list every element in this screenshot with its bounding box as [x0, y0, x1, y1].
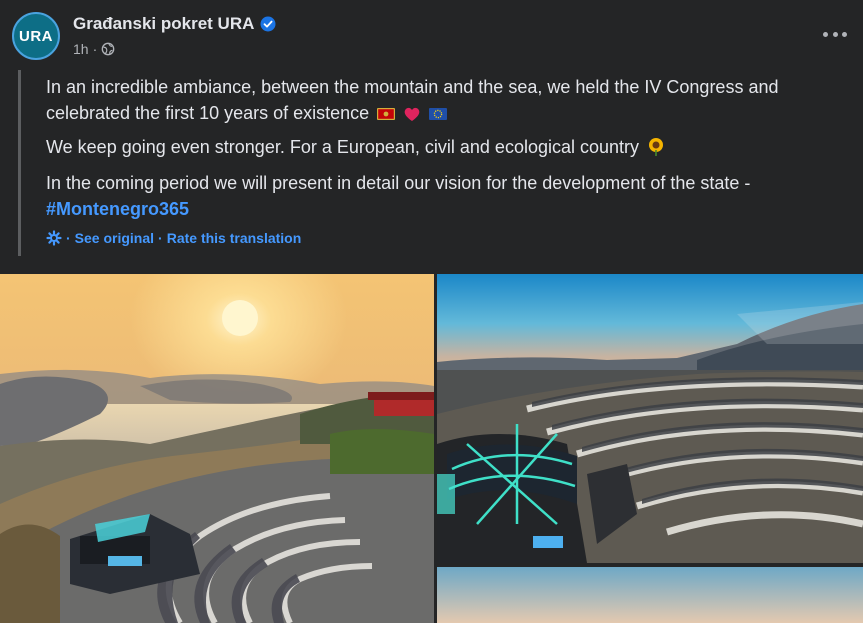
photo-grid: [0, 274, 863, 623]
translate-gear-icon: [46, 230, 62, 246]
paragraph-2-text: We keep going even stronger. For a Europ…: [46, 137, 640, 157]
see-original-link[interactable]: See original: [75, 230, 154, 246]
red-heart-icon: [404, 107, 420, 121]
montenegro-flag-icon: [377, 108, 396, 120]
translation-paragraph-2: We keep going even stronger. For a Europ…: [46, 134, 836, 160]
eu-flag-icon: [429, 108, 448, 120]
link-separator: ·: [158, 230, 163, 246]
meta-separator: ·: [92, 41, 98, 57]
link-separator: ·: [66, 230, 71, 246]
post-time[interactable]: 1h: [73, 41, 89, 57]
rate-translation-link[interactable]: Rate this translation: [167, 230, 302, 246]
post-header: URA Građanski pokret URA 1h ·: [0, 0, 863, 64]
verified-badge-icon: [260, 16, 276, 32]
photo-third-thumbnail[interactable]: [437, 567, 863, 623]
photo-amphitheater-dusk[interactable]: [437, 274, 863, 563]
page-name-link[interactable]: Građanski pokret URA: [73, 14, 254, 34]
translated-text-block: In an incredible ambiance, between the m…: [18, 70, 861, 256]
hashtag-link[interactable]: #Montenegro365: [46, 199, 189, 219]
photo-sunset-amphitheater[interactable]: [0, 274, 434, 623]
translation-paragraph-3: In the coming period we will present in …: [46, 170, 836, 222]
paragraph-3-text: In the coming period we will present in …: [46, 173, 751, 193]
more-options-icon[interactable]: [823, 24, 847, 44]
author-row: Građanski pokret URA: [73, 14, 276, 34]
sunflower-icon: [649, 138, 664, 156]
globe-icon: [101, 42, 115, 56]
translation-paragraph-1: In an incredible ambiance, between the m…: [46, 74, 836, 126]
post-meta: 1h ·: [73, 41, 115, 57]
page-avatar[interactable]: URA: [12, 12, 60, 60]
translation-links: · See original · Rate this translation: [46, 230, 301, 246]
